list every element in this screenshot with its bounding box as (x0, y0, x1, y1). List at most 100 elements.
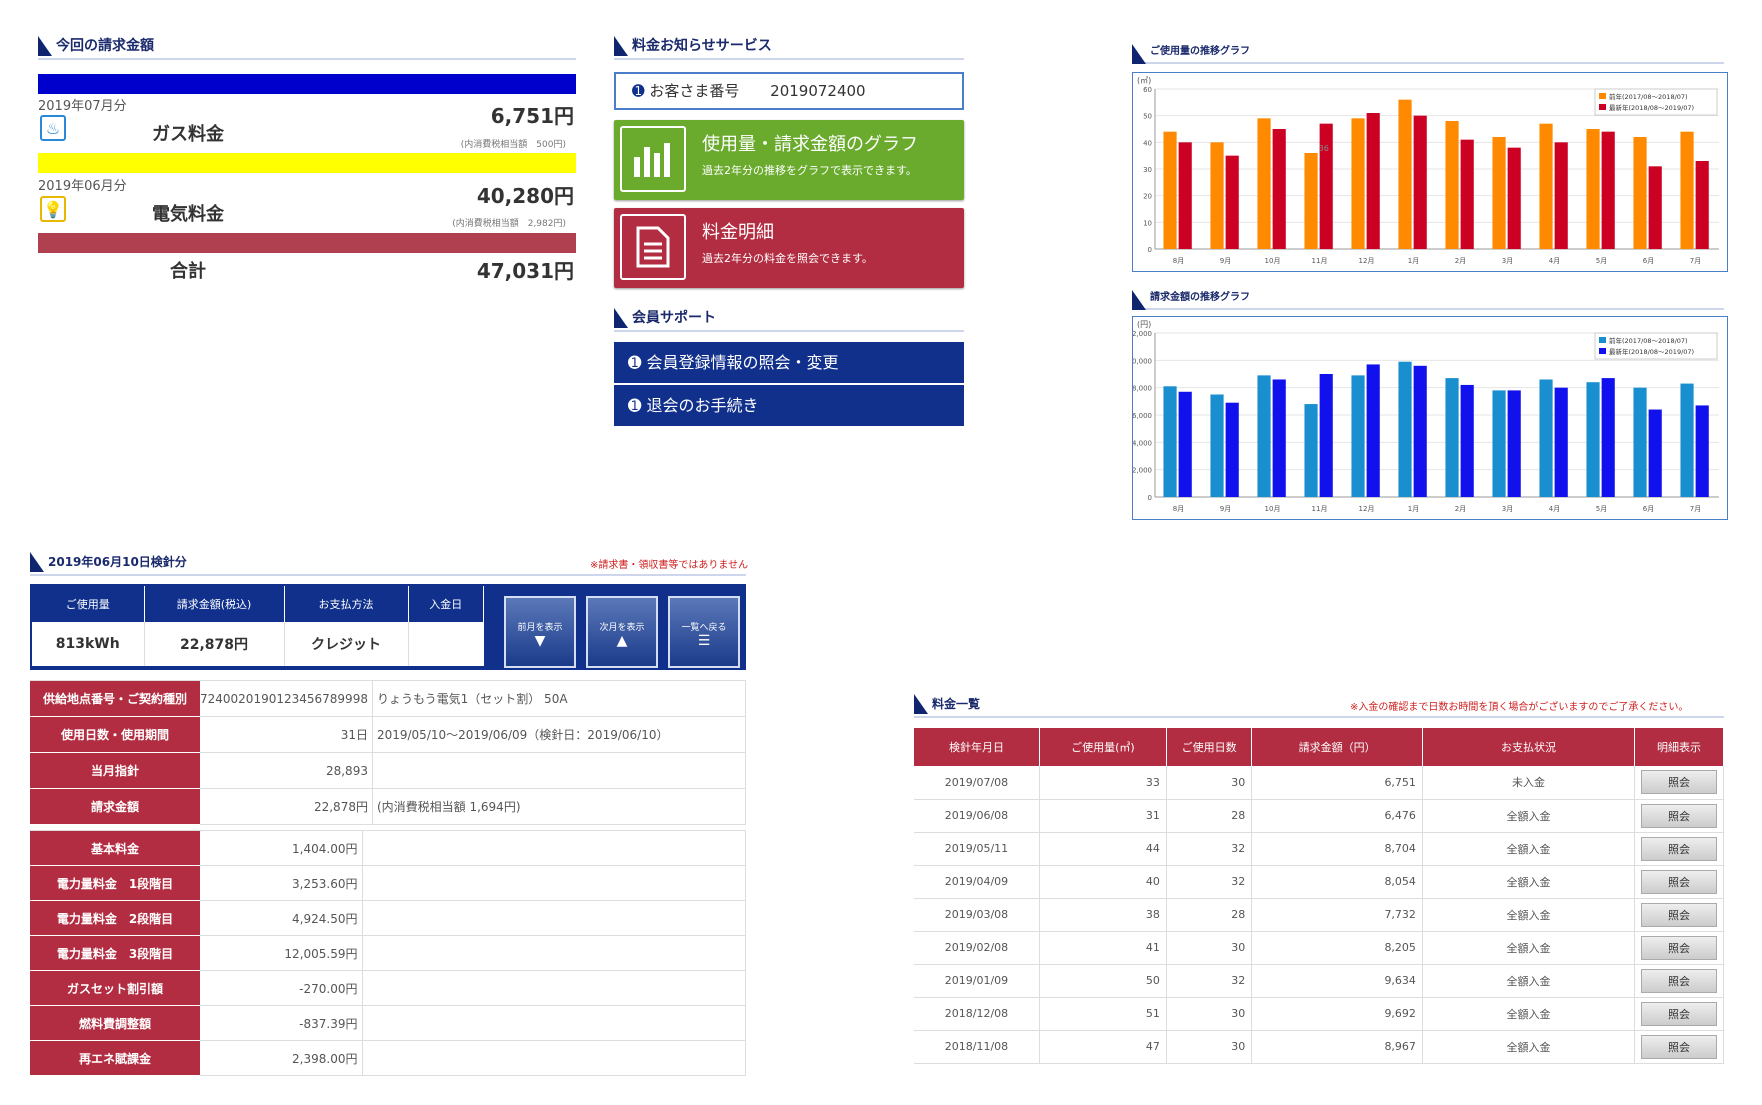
view-detail-button[interactable]: 照会 (1641, 935, 1717, 960)
row-usage: 47 (1039, 1030, 1167, 1064)
row-date: 2019/02/08 (914, 931, 1040, 965)
prev-month-button[interactable]: 前月を表示 ▼ (504, 596, 576, 668)
charge-row-label: 基本料金 (30, 830, 200, 866)
graph-button-title: 使用量・請求金額のグラフ (702, 134, 918, 155)
fee-list-table: 検針年月日 ご使用量(㎥) ご使用日数 請求金額（円） お支払状況 明細表示 2… (914, 728, 1724, 1064)
bar (1398, 99, 1412, 250)
detail-row-label: 請求金額 (30, 788, 200, 825)
row-status: 未入金 (1422, 766, 1636, 800)
x-tick-label: 9月 (1220, 257, 1231, 265)
bar (1648, 409, 1662, 497)
charge-row-value: 3,253.60円 (200, 865, 363, 901)
view-detail-button[interactable]: 照会 (1641, 1034, 1717, 1059)
bar (1304, 404, 1318, 497)
row-status: 全額入金 (1422, 865, 1636, 899)
meter-note: ※請求書・領収書等ではありません (590, 560, 749, 571)
fee-list-row: 2019/02/08 41 30 8,205 全額入金 照会 (914, 931, 1724, 965)
circle-arrow-icon: ➊ (632, 82, 645, 100)
detail-row-extra: りょうもう電気1（セット割） 50A (372, 680, 747, 717)
row-status: 全額入金 (1422, 898, 1636, 932)
total-amount: 47,031円 (476, 259, 574, 283)
detail-button[interactable]: 料金明細 過去2年分の料金を照会できます。 (614, 208, 964, 288)
y-tick-label: 12,000 (1133, 330, 1152, 338)
y-tick-label: 4,000 (1133, 439, 1152, 447)
x-tick-label: 11月 (1312, 505, 1328, 513)
row-date: 2018/12/08 (914, 997, 1040, 1031)
charge-row-label: 電力量料金 2段階目 (30, 900, 200, 936)
y-tick-label: 0 (1148, 246, 1152, 254)
charge-row-value: -270.00円 (200, 970, 363, 1006)
lightbulb-icon: 💡 (40, 196, 66, 222)
document-icon (620, 214, 686, 280)
list-note: ※入金の確認まで日数お時間を頂く場合がございますのでご了承ください。 (1350, 702, 1689, 713)
view-detail-button[interactable]: 照会 (1641, 968, 1717, 993)
charge-row-value: 1,404.00円 (200, 830, 363, 866)
x-tick-label: 3月 (1502, 505, 1513, 513)
row-date: 2019/03/08 (914, 898, 1040, 932)
charge-row: ガスセット割引額 -270.00円 (30, 970, 746, 1006)
view-detail-button[interactable]: 照会 (1641, 869, 1717, 894)
circle-arrow-icon: ➊ (628, 353, 647, 372)
y-tick-label: 8,000 (1133, 385, 1152, 393)
bar (1178, 142, 1192, 249)
next-month-button[interactable]: 次月を表示 ▲ (586, 596, 658, 668)
down-arrow-icon: ▼ (534, 633, 546, 649)
x-tick-label: 6月 (1643, 257, 1654, 265)
row-usage: 31 (1039, 799, 1167, 833)
view-detail-button[interactable]: 照会 (1641, 836, 1717, 861)
gas-tax: (内消費税相当額 500円) (460, 140, 566, 150)
withdraw-link[interactable]: ➊ 退会のお手続き (614, 385, 964, 427)
y-tick-label: 0 (1148, 494, 1152, 502)
y-tick-label: 60 (1143, 86, 1152, 94)
head-amount: 請求金額(税込) (144, 586, 285, 622)
bar (1319, 123, 1333, 249)
view-detail-button[interactable]: 照会 (1641, 770, 1717, 795)
charge-row-blank (362, 1005, 746, 1041)
amount-chart-svg: (円) 0 2,000 4,000 6,000 8,000 10,000 12,000 8月 9月… (1128, 320, 1719, 513)
fee-list-row: 2019/03/08 38 28 7,732 全額入金 照会 (914, 898, 1724, 932)
view-detail-button[interactable]: 照会 (1641, 902, 1717, 927)
charge-row-blank (362, 900, 746, 936)
member-info-link[interactable]: ➊ 会員登録情報の照会・変更 (614, 342, 964, 384)
graph-button[interactable]: 使用量・請求金額のグラフ 過去2年分の推移をグラフで表示できます。 (614, 120, 964, 200)
member-info-label: 会員登録情報の照会・変更 (646, 353, 839, 372)
back-to-list-button[interactable]: 一覧へ戻る ☰ (668, 596, 740, 668)
bar (1225, 155, 1239, 249)
bar (1492, 390, 1506, 497)
usage-value: 813kWh (32, 622, 145, 666)
amount-chart-title: 請求金額の推移グラフ (1132, 290, 1724, 310)
bar (1648, 166, 1662, 249)
row-usage: 44 (1039, 832, 1167, 866)
detail-row-label: 供給地点番号・ご契約種別 (30, 680, 200, 717)
charge-row-value: 12,005.59円 (200, 935, 363, 971)
meter-detail-table: 供給地点番号・ご契約種別 7240020190123456789998 りょうも… (30, 680, 747, 825)
charge-row-blank (362, 1040, 746, 1076)
x-tick-label: 8月 (1173, 505, 1184, 513)
row-status: 全額入金 (1422, 832, 1636, 866)
view-detail-button[interactable]: 照会 (1641, 1001, 1717, 1026)
detail-row: 供給地点番号・ご契約種別 7240020190123456789998 りょうも… (30, 680, 747, 717)
detail-button-desc: 過去2年分の料金を照会できます。 (702, 252, 873, 265)
bar (1413, 115, 1427, 249)
legend-label: 前年(2017/08～2018/07) (1609, 92, 1688, 101)
charge-row-value: 2,398.00円 (200, 1040, 363, 1076)
bar (1210, 142, 1224, 249)
charge-row: 電力量料金 2段階目 4,924.50円 (30, 900, 746, 936)
charge-row: 燃料費調整額 -837.39円 (30, 1005, 746, 1041)
withdraw-label: 退会のお手続き (646, 396, 759, 415)
row-days: 30 (1166, 766, 1253, 800)
row-days: 30 (1166, 931, 1253, 965)
y-tick-label: 6,000 (1133, 412, 1152, 420)
row-status: 全額入金 (1422, 931, 1636, 965)
notice-section-title: 料金お知らせサービス (614, 36, 964, 60)
detail-row-value: 7240020190123456789998 (200, 680, 373, 717)
head-payment: お支払方法 (284, 586, 409, 622)
usage-chart-title: ご使用量の推移グラフ (1132, 44, 1724, 64)
bar (1601, 378, 1615, 497)
view-detail-button[interactable]: 照会 (1641, 803, 1717, 828)
row-amount: 9,634 (1251, 964, 1423, 998)
x-tick-label: 10月 (1265, 257, 1281, 265)
x-tick-label: 3月 (1502, 257, 1513, 265)
head-usage: ご使用量 (32, 586, 145, 622)
col-date: 検針年月日 (914, 728, 1040, 766)
